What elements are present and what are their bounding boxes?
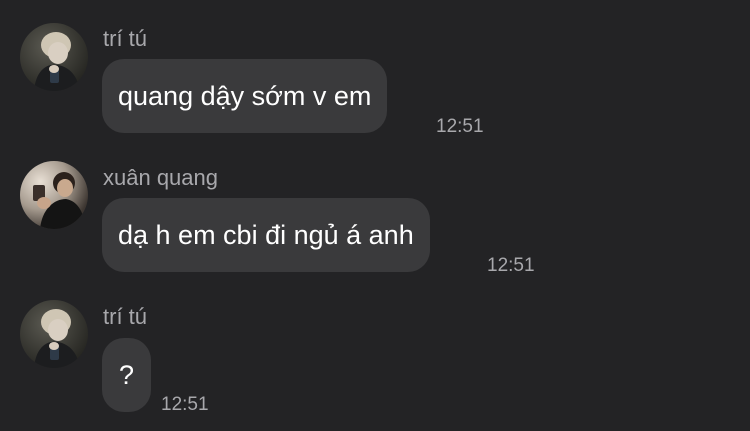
avatar[interactable] — [20, 300, 88, 368]
message-timestamp: 12:51 — [487, 255, 535, 276]
avatar[interactable] — [20, 161, 88, 229]
profile-photo-icon — [20, 300, 88, 368]
avatar[interactable] — [20, 23, 88, 91]
message-timestamp: 12:51 — [161, 394, 209, 415]
message-timestamp: 12:51 — [436, 116, 484, 137]
message-bubble[interactable]: dạ h em cbi đi ngủ á anh — [102, 198, 430, 272]
sender-name: trí tú — [103, 26, 148, 51]
message-bubble[interactable]: quang dậy sớm v em — [102, 59, 388, 133]
profile-photo-icon — [20, 23, 88, 91]
profile-photo-icon — [20, 161, 88, 229]
sender-name: xuân quang — [103, 165, 218, 190]
sender-name: trí tú — [103, 304, 148, 329]
chat-thread: trí tú quang dậy sớm v em 12:51 xuân qua… — [0, 0, 750, 431]
message-bubble[interactable]: ? — [102, 338, 151, 412]
